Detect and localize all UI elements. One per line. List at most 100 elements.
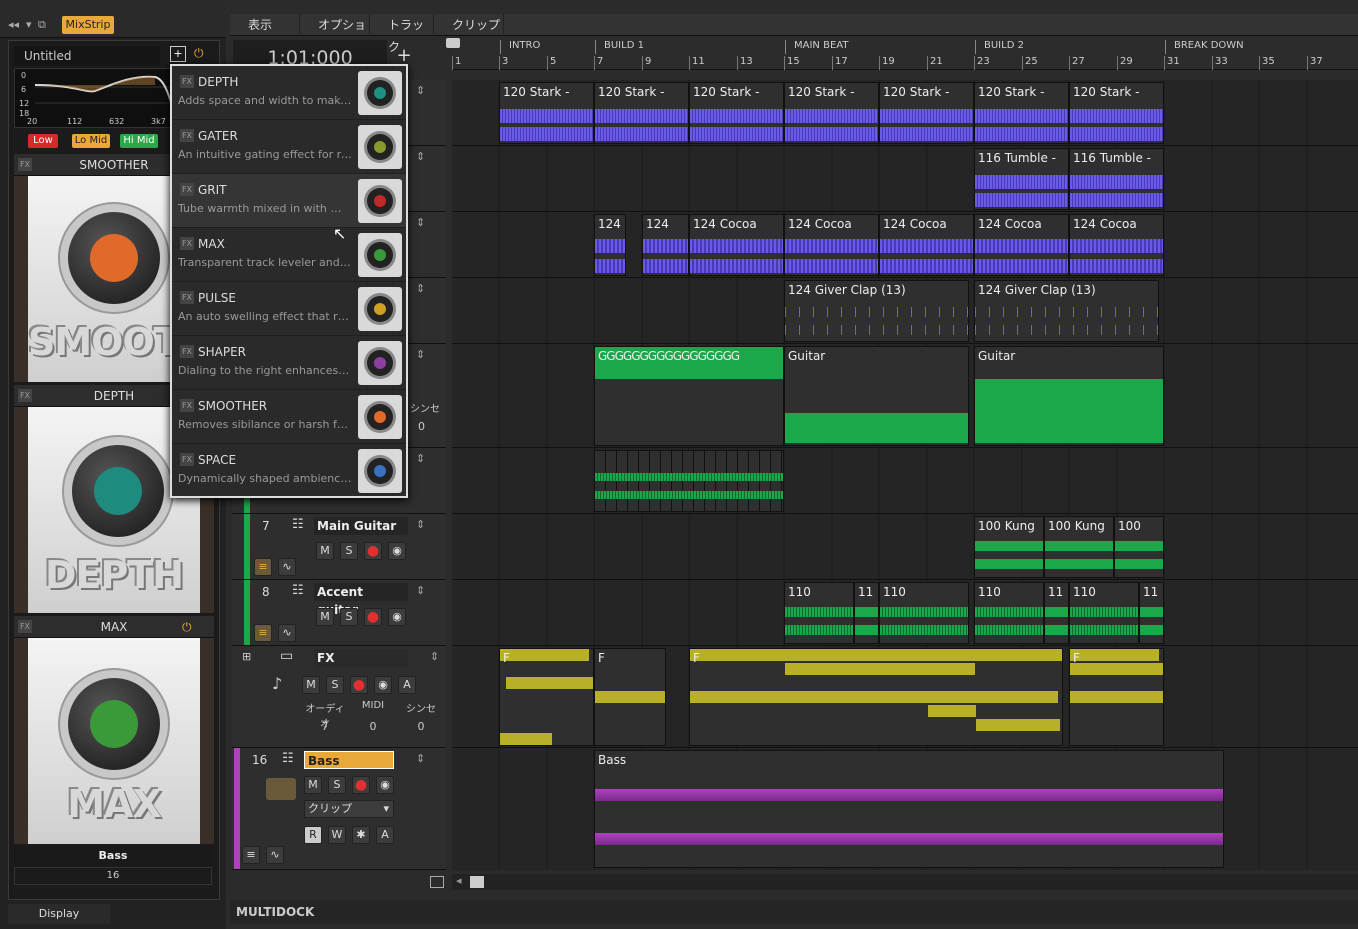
audio-clip[interactable]: 124 — [594, 214, 626, 276]
audio-clip[interactable]: 100 — [1114, 516, 1164, 578]
plugin-item-pulse[interactable]: FX PULSE An auto swelling effect that ram.… — [172, 282, 406, 336]
folder-clip[interactable]: F — [499, 648, 594, 746]
track-header-fx-folder[interactable]: ⊞ ▭ FX ⇕ ♪ M S ● ◉ A オーディオ MIDI シンセ 7 0 … — [232, 646, 446, 748]
audio-clip[interactable]: 120 Stark - — [974, 82, 1069, 144]
power-icon[interactable]: ⏻ — [194, 46, 204, 61]
audio-clip[interactable]: 116 Tumble - — [1069, 148, 1164, 210]
mute-button[interactable]: M — [304, 776, 322, 794]
track-header-accent-guitar[interactable]: 8 ☷ Accent guitar ⇕ M S ● ◉ ≡ ∿ — [232, 580, 446, 646]
menu-view[interactable]: 表示 — [230, 14, 300, 36]
scroll-thumb[interactable] — [470, 876, 484, 888]
section-marker[interactable]: INTRO — [500, 40, 540, 54]
audio-clip[interactable]: 116 Tumble - — [974, 148, 1069, 210]
plugin-item-depth[interactable]: FX DEPTH Adds space and width to make t... — [172, 66, 406, 120]
track-header-bass[interactable]: 16 ☷ Bass ⇕ M S ● ◉ クリップ ▾ R W ✱ A ≡ ∿ — [232, 748, 446, 870]
expand-icon[interactable]: ⇕ — [430, 650, 439, 663]
dropdown-icon[interactable]: ▾ — [26, 16, 32, 34]
add-fx-icon[interactable]: + — [170, 46, 186, 62]
auto-button[interactable]: A — [376, 826, 394, 844]
audio-clip-bass[interactable]: Bass — [594, 750, 1224, 868]
lanes-icon[interactable]: ≡ — [254, 558, 272, 576]
section-marker[interactable]: MAIN BEAT — [785, 40, 848, 54]
audio-clip[interactable]: 124 Cocoa — [1069, 214, 1164, 276]
section-marker[interactable]: BUILD 2 — [975, 40, 1024, 54]
window-icon[interactable]: ⧉ — [38, 16, 46, 34]
audio-clip[interactable]: 100 Kung — [1044, 516, 1114, 578]
folder-clip[interactable]: F — [1069, 648, 1164, 746]
lanes-icon[interactable]: ≡ — [242, 846, 260, 864]
power-icon[interactable]: ⏻ — [182, 616, 192, 638]
menu-options[interactable]: オプション — [300, 14, 370, 54]
track-name[interactable]: FX — [314, 649, 408, 667]
mute-button[interactable]: M — [316, 542, 334, 560]
record-icon[interactable]: ● — [352, 776, 370, 794]
lanes-icon[interactable]: ≡ — [254, 624, 272, 642]
clips-pane[interactable]: 120 Stark - 120 Stark - 120 Stark - 120 … — [452, 80, 1358, 870]
fx-slot-header[interactable]: FX MAX ⏻ — [14, 616, 214, 638]
plugin-item-grit[interactable]: FX GRIT Tube warmth mixed in with mod... — [172, 174, 406, 228]
monitor-icon[interactable]: ◉ — [376, 776, 394, 794]
playhead-icon[interactable] — [446, 38, 460, 48]
audio-clip[interactable]: 110 — [974, 582, 1044, 644]
record-icon[interactable]: ● — [350, 676, 368, 694]
section-marker[interactable]: BUILD 1 — [595, 40, 644, 54]
automation-icon[interactable]: ∿ — [278, 558, 296, 576]
audio-clip[interactable]: 100 Kung — [974, 516, 1044, 578]
audio-clip[interactable]: 124 Giver Clap (13) — [974, 280, 1159, 342]
plugin-item-space[interactable]: FX SPACE Dynamically shaped ambience c... — [172, 444, 406, 498]
audio-clip[interactable]: 11 — [1139, 582, 1164, 644]
expand-icon[interactable]: ⇕ — [416, 84, 425, 97]
expand-icon[interactable]: ⇕ — [416, 584, 425, 597]
mute-button[interactable]: M — [316, 608, 334, 626]
expand-icon[interactable]: ⇕ — [416, 452, 425, 465]
midi-clip[interactable]: Guitar — [974, 346, 1164, 446]
plugin-item-smoother[interactable]: FX SMOOTHER Removes sibilance or harsh fre… — [172, 390, 406, 444]
audio-clip[interactable] — [594, 450, 784, 512]
eq-band-low[interactable]: Low — [28, 134, 58, 148]
monitor-icon[interactable]: ◉ — [388, 608, 406, 626]
folder-clip[interactable]: F — [689, 648, 1063, 746]
audio-clip[interactable]: 124 Cocoa — [784, 214, 879, 276]
track-name[interactable]: Main Guitar — [314, 517, 408, 535]
menu-track[interactable]: トラック — [370, 14, 434, 54]
mixer-icon[interactable]: ☷ — [282, 751, 294, 766]
audio-clip[interactable]: 124 Giver Clap (13) — [784, 280, 969, 342]
add-track-button[interactable]: + — [394, 46, 414, 66]
plugin-knob[interactable] — [68, 678, 160, 770]
plugin-item-gater[interactable]: FX GATER An intuitive gating effect for re… — [172, 120, 406, 174]
audio-clip[interactable]: 110 — [784, 582, 854, 644]
timeline-ruler[interactable]: 1 3 5 7 9 11 13 15 17 19 21 23 25 27 29 … — [446, 38, 1358, 70]
expand-icon[interactable]: ⇕ — [416, 282, 425, 295]
expand-icon[interactable]: ⇕ — [416, 150, 425, 163]
menu-clip[interactable]: クリップ — [434, 14, 504, 36]
audio-clip[interactable]: 120 Stark - — [689, 82, 784, 144]
audio-clip[interactable]: 11 — [854, 582, 879, 644]
expand-icon[interactable]: ⇕ — [416, 216, 425, 229]
auto-button[interactable]: A — [398, 676, 416, 694]
clip-dropdown[interactable]: クリップ ▾ — [304, 800, 394, 818]
track-name[interactable]: Bass — [304, 751, 394, 769]
read-button[interactable]: R — [304, 826, 322, 844]
zoom-icon[interactable] — [430, 876, 444, 888]
eq-graph[interactable]: 0 6 12 18 20 112 632 3k7 — [14, 68, 174, 128]
audio-clip[interactable]: 120 Stark - — [1069, 82, 1164, 144]
scroll-left-icon[interactable]: ◂ — [456, 874, 462, 887]
midi-clip[interactable]: GGGGGGGGGGGGGGGGG — [594, 346, 784, 446]
multidock-bar[interactable]: MULTIDOCK — [230, 900, 1358, 924]
audio-clip[interactable]: 124 Cocoa — [974, 214, 1069, 276]
track-name[interactable]: Accent guitar — [314, 583, 408, 617]
audio-clip[interactable]: 120 Stark - — [784, 82, 879, 144]
audio-clip[interactable]: 11 — [1044, 582, 1069, 644]
plugin-knob[interactable] — [72, 445, 164, 537]
mixstrip-tab[interactable]: MixStrip — [62, 16, 114, 34]
audio-clip[interactable]: 120 Stark - — [879, 82, 974, 144]
mixer-icon[interactable]: ☷ — [292, 583, 304, 598]
plugin-knob[interactable] — [68, 212, 160, 304]
audio-clip[interactable]: 120 Stark - — [594, 82, 689, 144]
solo-button[interactable]: S — [340, 542, 358, 560]
display-button[interactable]: Display — [8, 904, 110, 924]
audio-clip[interactable]: 124 Cocoa — [689, 214, 784, 276]
monitor-icon[interactable]: ◉ — [374, 676, 392, 694]
freeze-button[interactable]: ✱ — [352, 826, 370, 844]
expand-icon[interactable]: ⇕ — [416, 348, 425, 361]
